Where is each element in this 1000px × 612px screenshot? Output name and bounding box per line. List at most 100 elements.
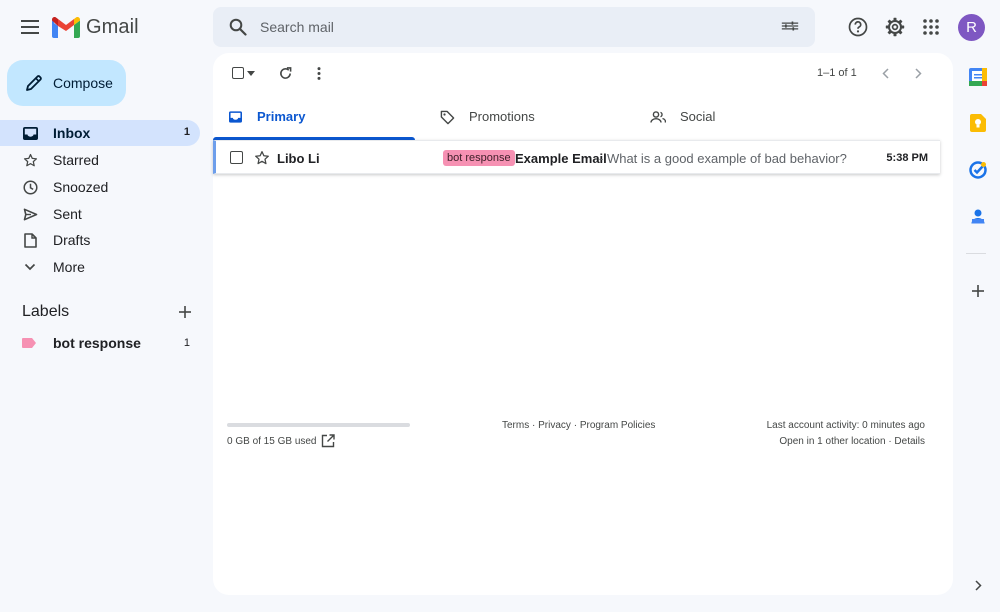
labels-heading: Labels [22,303,70,320]
email-snippet: - What is a good example of bad behavior… [599,151,847,166]
external-link-icon[interactable] [321,434,335,448]
contacts-icon [971,209,985,224]
tab-label: Promotions [469,109,535,124]
nav-label: Snoozed [53,179,109,195]
tag-icon [439,109,455,125]
newer-button[interactable] [877,65,893,81]
gmail-m-icon [52,16,80,38]
plus-icon [972,285,984,297]
search-options-icon[interactable] [781,18,799,34]
activity-details-link[interactable]: Open in 1 other location · Details [779,436,925,447]
nav-count: 1 [183,126,190,138]
select-menu-button[interactable] [245,65,257,81]
gear-icon [885,17,905,37]
label-count: 1 [183,337,190,349]
label-name: bot response [53,335,141,351]
pagination-text: 1–1 of 1 [817,67,857,79]
inbox-icon [227,109,243,125]
send-icon [22,206,38,222]
calendar-app-button[interactable] [968,67,988,87]
chevron-down-icon [22,259,38,275]
clock-icon [22,179,38,195]
keep-app-button[interactable] [968,113,988,133]
row-checkbox[interactable] [230,151,243,164]
tab-label: Social [680,109,716,124]
nav-label: Sent [53,206,82,222]
checkbox-icon [232,67,244,79]
compose-label: Compose [53,75,113,91]
gmail-wordmark: Gmail [86,15,139,38]
inbox-icon [22,125,38,141]
nav-item-drafts[interactable]: Drafts [0,227,200,253]
email-sender: Libo Li [277,151,320,166]
star-icon [22,152,38,168]
nav-item-starred[interactable]: Starred [0,147,200,173]
hamburger-menu-icon [21,20,39,34]
gmail-app: Gmail Search mail R Compose Inbox 1 Star… [0,0,1000,612]
nav-item-more[interactable]: More [0,254,200,280]
program-policies-link[interactable]: Program Policies [580,420,656,431]
label-item-bot-response[interactable]: bot response 1 [0,331,200,355]
terms-link[interactable]: Terms [502,420,529,431]
contacts-app-button[interactable] [968,206,988,226]
older-button[interactable] [910,65,926,81]
gmail-logo[interactable]: Gmail [52,13,139,41]
nav-label: Drafts [53,232,91,248]
main-menu-button[interactable] [14,11,46,43]
tab-social[interactable]: Social [636,97,838,139]
draft-icon [22,232,38,248]
account-avatar[interactable]: R [958,14,985,41]
keep-icon [970,114,986,132]
more-actions-button[interactable] [308,65,330,81]
email-label-chip[interactable]: bot response [443,150,515,166]
tasks-icon [969,161,987,179]
tab-primary[interactable]: Primary [213,97,415,140]
footer-links: Terms · Privacy · Program Policies [502,420,655,431]
email-time: 5:38 PM [886,152,928,164]
calendar-icon [969,68,987,86]
people-icon [650,109,666,125]
separator: · [570,420,580,431]
separator: · [529,420,539,431]
caret-down-icon [247,70,255,76]
search-input[interactable] [260,15,760,39]
label-tag-icon [22,338,36,348]
tab-promotions[interactable]: Promotions [425,97,627,139]
apps-grid-icon [923,19,939,35]
support-button[interactable] [844,13,872,41]
search-bar [213,7,815,47]
nav-label: More [53,259,85,275]
help-icon [848,17,868,37]
google-apps-button[interactable] [917,13,945,41]
search-button[interactable] [227,16,249,38]
star-icon[interactable] [254,150,270,166]
tab-label: Primary [257,109,306,124]
nav-item-sent[interactable]: Sent [0,201,200,227]
chevron-right-icon [974,579,982,591]
top-bar: Gmail Search mail R [0,0,1000,54]
last-activity-text: Last account activity: 0 minutes ago [766,420,925,431]
nav-item-snoozed[interactable]: Snoozed [0,174,200,200]
nav-item-inbox[interactable]: Inbox 1 [0,120,200,146]
compose-button[interactable]: Compose [7,60,126,106]
search-icon [229,18,247,36]
side-panel-divider [966,253,986,254]
create-label-plus-icon[interactable] [176,303,194,321]
tasks-app-button[interactable] [968,160,988,180]
category-tabs: Primary Promotions Social [213,97,953,140]
refresh-icon [279,66,291,79]
avatar-initial: R [966,19,977,36]
privacy-link[interactable]: Privacy [538,420,571,431]
nav-label: Starred [53,152,99,168]
storage-meter [227,423,410,427]
refresh-button[interactable] [274,65,296,81]
show-side-panel-button[interactable] [968,575,988,595]
email-subject: Example Email [515,151,607,166]
settings-button[interactable] [881,13,909,41]
email-row[interactable]: Libo Li bot response Example Email - Wha… [213,140,940,174]
mail-list-panel: 1–1 of 1 Primary Promotions Social Libo … [213,53,953,595]
chevron-left-icon [881,67,889,79]
chevron-right-icon [914,67,922,79]
get-addons-button[interactable] [968,281,988,301]
more-vert-icon [317,66,321,80]
